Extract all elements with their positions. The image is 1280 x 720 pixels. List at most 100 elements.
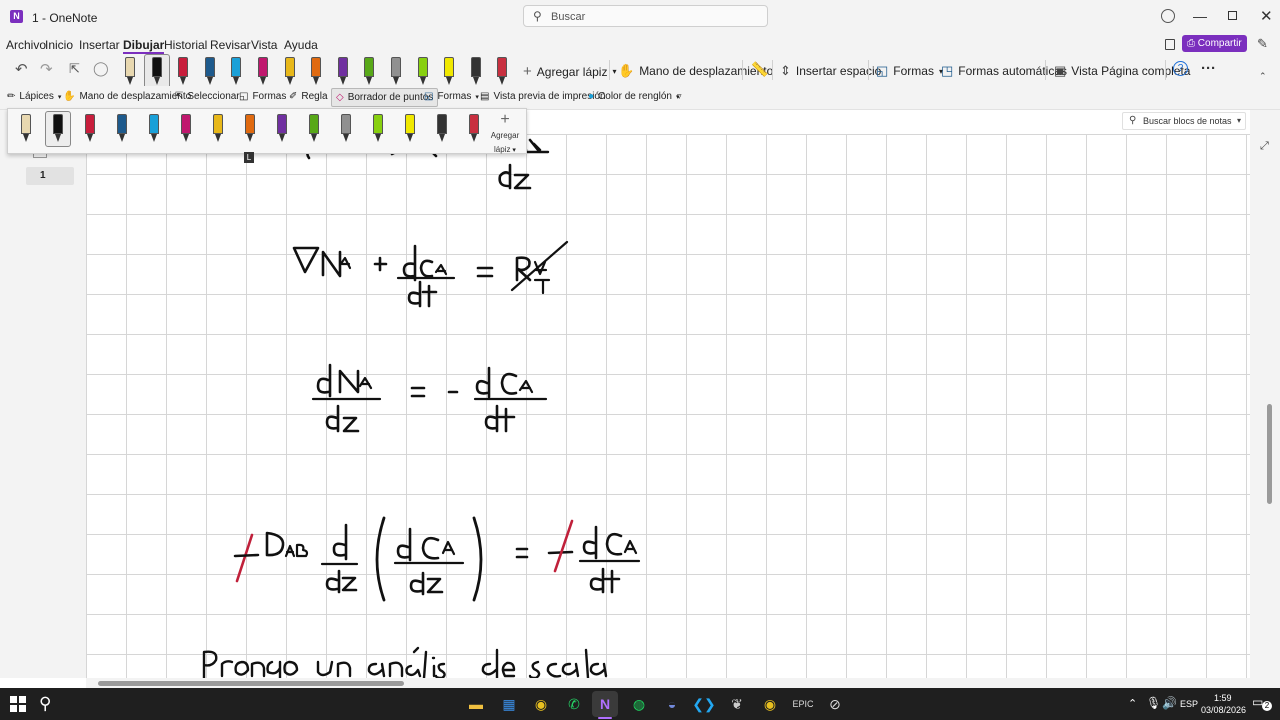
- gallery-pen-3[interactable]: [116, 114, 128, 142]
- clock-date[interactable]: 03/08/2026: [1201, 705, 1246, 715]
- gallery-pen-4[interactable]: [148, 114, 160, 142]
- ruler-button[interactable]: ✐ Regla: [289, 91, 328, 102]
- notebook-icon[interactable]: [1165, 39, 1175, 50]
- ribbon-pen-0[interactable]: [124, 57, 136, 85]
- ribbon-pen-1[interactable]: [143, 54, 170, 90]
- ribbon-pen-4[interactable]: [230, 57, 242, 85]
- print-preview-button[interactable]: ▤ Vista previa de impresión: [480, 91, 606, 102]
- gallery-pen-13[interactable]: [436, 114, 448, 142]
- ribbon-pen-13[interactable]: [470, 57, 482, 85]
- onenote-taskbar-icon[interactable]: N: [592, 691, 618, 717]
- ribbon-pen-14[interactable]: [496, 57, 508, 85]
- notebook-search-box[interactable]: ⚲ Buscar blocs de notas ▾: [1122, 112, 1246, 130]
- clock-time[interactable]: 1:59: [1214, 693, 1232, 703]
- volume-icon[interactable]: 🔊: [1162, 696, 1177, 710]
- ribbon-pen-7[interactable]: [310, 57, 322, 85]
- ribbon-pen-9[interactable]: [363, 57, 375, 85]
- epic-games-icon[interactable]: EPIC: [790, 691, 816, 717]
- horizontal-scrollbar-thumb[interactable]: [98, 681, 404, 686]
- menu-inicio[interactable]: Inicio: [45, 38, 73, 52]
- pens-button[interactable]: ✏ Lápices ▾: [7, 91, 61, 102]
- gallery-pen-14[interactable]: [468, 114, 480, 142]
- gallery-pen-10[interactable]: [340, 114, 352, 142]
- select-cursor-icon[interactable]: ⇱: [69, 61, 80, 77]
- vscode-icon[interactable]: ❮❯: [691, 691, 717, 717]
- chrome-icon-2[interactable]: ◉: [757, 691, 783, 717]
- note-canvas[interactable]: [86, 134, 1250, 678]
- menu-insertar[interactable]: Insertar: [79, 38, 120, 52]
- pen-tip: [247, 134, 253, 142]
- steam-icon[interactable]: ⊘: [822, 691, 848, 717]
- close-button[interactable]: ✕: [1260, 7, 1273, 25]
- insert-space-button[interactable]: ⇕ Insertar espacio: [780, 63, 881, 79]
- redo-icon[interactable]: ↷: [40, 60, 53, 78]
- page-list-item[interactable]: 1: [26, 167, 74, 185]
- collapse-ribbon-icon[interactable]: ⌃: [1259, 71, 1267, 82]
- pen-body: [309, 114, 319, 134]
- ribbon-pen-12[interactable]: [443, 57, 455, 85]
- horizontal-scrollbar[interactable]: [86, 678, 1280, 688]
- spotify-icon[interactable]: ◍: [626, 691, 652, 717]
- shapes-button[interactable]: ◱ Formas ▾: [876, 63, 943, 79]
- point-eraser-button[interactable]: ◇ Borrador de puntos: [331, 88, 439, 107]
- ribbon-pen-5[interactable]: [257, 57, 269, 85]
- menu-vista[interactable]: Vista: [251, 38, 277, 52]
- store-icon[interactable]: ▦: [496, 691, 522, 717]
- menu-historial[interactable]: Historial: [164, 38, 207, 52]
- undo-icon[interactable]: ↶: [15, 60, 28, 78]
- whatsapp-icon[interactable]: ✆: [561, 691, 587, 717]
- pan-hand-button-2[interactable]: ✋ Mano de desplazamiento: [63, 91, 191, 102]
- ribbon-pen-6[interactable]: [284, 57, 296, 85]
- discord-icon[interactable]: ◒: [659, 691, 685, 717]
- add-pen-button[interactable]: + Agregar lápiz ▾: [523, 63, 617, 80]
- shapes-button-2[interactable]: ◱ Formas: [239, 91, 286, 102]
- gallery-pen-5[interactable]: [180, 114, 192, 142]
- shapes-button-3[interactable]: ◱ Formas ▾: [424, 91, 479, 102]
- gallery-pen-12[interactable]: [404, 114, 416, 142]
- microphone-icon[interactable]: 🎙: [1146, 696, 1161, 710]
- gallery-pen-9[interactable]: [308, 114, 320, 142]
- account-icon[interactable]: [1161, 9, 1175, 23]
- auto-shapes-button[interactable]: ◳ Formas automáticas: [941, 63, 1067, 79]
- menu-ayuda[interactable]: Ayuda: [284, 38, 318, 52]
- comments-icon[interactable]: ✎: [1257, 36, 1268, 52]
- gallery-pen-8[interactable]: [276, 114, 288, 142]
- vertical-scrollbar-thumb[interactable]: [1267, 404, 1272, 504]
- menu-archivo[interactable]: Archivo: [6, 38, 46, 52]
- pan-hand-button[interactable]: ✋ Mano de desplazamiento: [618, 63, 773, 79]
- language-indicator[interactable]: ESP: [1180, 699, 1198, 709]
- full-page-view-button[interactable]: ▣ Vista Página completa: [1054, 63, 1190, 79]
- menu-revisar[interactable]: Revisar: [210, 38, 251, 52]
- maximize-button[interactable]: [1228, 11, 1237, 20]
- customize-toolbar-button[interactable]: ▿: [677, 91, 682, 102]
- bird-app-icon[interactable]: ❦: [724, 691, 750, 717]
- lasso-icon[interactable]: ◯: [93, 60, 109, 77]
- search-box[interactable]: ⚲ Buscar: [523, 5, 768, 27]
- ribbon-pen-11[interactable]: [417, 57, 429, 85]
- more-options-button[interactable]: ···: [1201, 60, 1216, 77]
- gallery-pen-0[interactable]: [20, 114, 32, 142]
- ribbon-pen-10[interactable]: [390, 57, 402, 85]
- minimize-button[interactable]: —: [1193, 8, 1207, 24]
- line-color-button[interactable]: ● Color de renglón ▾: [588, 91, 680, 102]
- ribbon-pen-2[interactable]: [177, 57, 189, 85]
- ribbon-pen-8[interactable]: [337, 57, 349, 85]
- select-button[interactable]: ⇱ Seleccionar: [175, 91, 240, 102]
- help-icon[interactable]: ?: [1173, 61, 1188, 76]
- gallery-pen-11[interactable]: [372, 114, 384, 142]
- gallery-pen-2[interactable]: [84, 114, 96, 142]
- chrome-icon[interactable]: ◉: [528, 691, 554, 717]
- file-explorer-icon[interactable]: ▬: [463, 691, 489, 717]
- menu-dibujar[interactable]: Dibujar: [123, 38, 165, 54]
- windows-start-icon[interactable]: [10, 696, 26, 712]
- ribbon-pen-3[interactable]: [204, 57, 216, 85]
- chevron-up-icon[interactable]: ⌃: [1128, 697, 1137, 710]
- expand-icon[interactable]: ⤢: [1260, 140, 1269, 153]
- gallery-pen-1[interactable]: [45, 111, 71, 147]
- gallery-pen-6[interactable]: [212, 114, 224, 142]
- gallery-pen-7[interactable]: [244, 114, 256, 142]
- share-button[interactable]: ⎙ Compartir ▾: [1182, 35, 1247, 65]
- add-pen-gallery-button[interactable]: + Agregar lápiz ▾: [488, 112, 522, 155]
- ruler-icon[interactable]: 📏: [751, 61, 768, 78]
- search-icon[interactable]: ⚲: [39, 694, 51, 714]
